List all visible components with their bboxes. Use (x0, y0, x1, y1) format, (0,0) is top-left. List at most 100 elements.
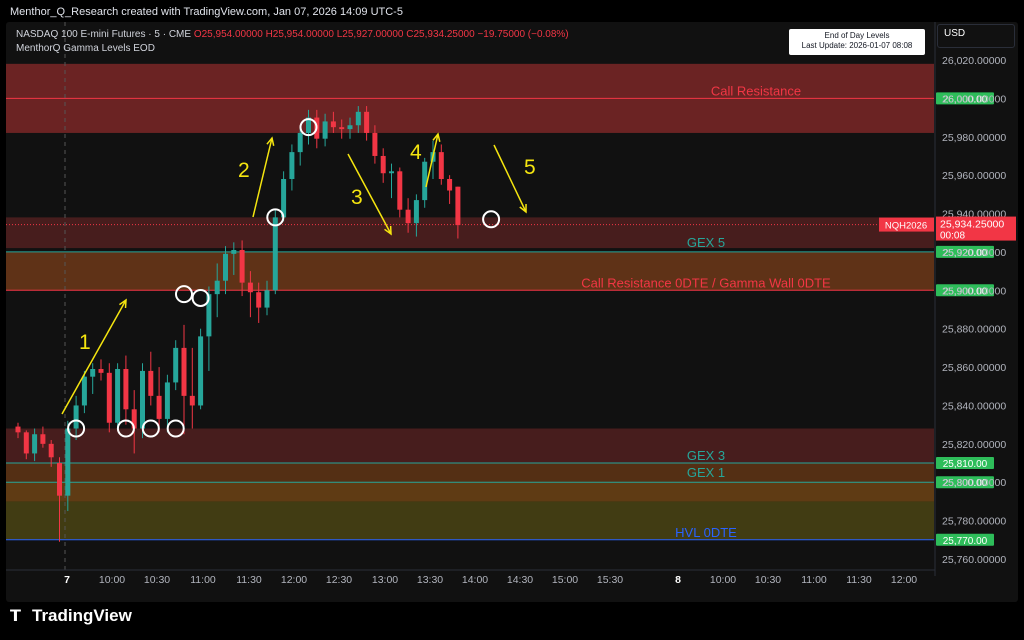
candle (181, 324, 187, 435)
candle-body (81, 376, 87, 406)
level-badge-text-5: 25,770.00 (943, 536, 988, 547)
candle-body (413, 200, 419, 224)
candle (115, 363, 121, 429)
time-tick-label: 14:00 (462, 574, 488, 586)
zones-layer (6, 63, 934, 540)
candle (289, 144, 295, 191)
time-tick-label: 13:30 (417, 574, 443, 586)
level-label-3: GEX 3 (687, 448, 725, 463)
candle-body (57, 463, 62, 496)
annotation-number-1: 1 (79, 331, 91, 354)
candle (397, 167, 403, 218)
price-tick-label: 25,920.00000 (942, 247, 1006, 259)
candle (447, 175, 453, 204)
tradingview-branding[interactable]: 𝗧 TradingView (10, 606, 132, 626)
candle (198, 328, 204, 410)
candle-body (397, 171, 403, 210)
candle-body (272, 217, 278, 291)
candle-body (123, 368, 129, 410)
ohlc-open: O25,954.00000 (193, 29, 263, 40)
annotation-number-3: 3 (351, 186, 363, 209)
info-box-update: Last Update: 2026-01-07 08:08 (801, 41, 913, 50)
indicator-legend[interactable]: MenthorQ Gamma Levels EOD (16, 43, 155, 54)
level-label-5: HVL 0DTE (675, 525, 737, 540)
level-label-1: GEX 5 (687, 235, 725, 250)
candle-body (40, 434, 46, 444)
time-tick-label: 8 (675, 574, 681, 586)
candle-body (198, 336, 204, 406)
time-tick-label: 12:00 (281, 574, 307, 586)
ohlc-change: −19.75000 (−0.08%) (477, 29, 569, 40)
candle (98, 359, 104, 381)
candle-body (73, 405, 79, 429)
annotation-number-2: 2 (238, 159, 250, 182)
candle-body (405, 209, 411, 224)
candle (106, 363, 112, 433)
candle-body (148, 370, 154, 396)
candle-body (264, 290, 270, 308)
candle (389, 163, 394, 199)
price-tick-label: 25,980.00000 (942, 132, 1006, 144)
candle-body (355, 111, 361, 126)
zone-1 (6, 217, 934, 249)
current-price-value: 25,934.25000 (940, 219, 1004, 231)
symbol-legend[interactable]: NASDAQ 100 E-mini Futures · 5 · CME O25,… (16, 29, 569, 40)
price-tick-label: 25,900.00000 (942, 285, 1006, 297)
candle-body (231, 250, 237, 254)
chart-header: Menthor_Q_Research created with TradingV… (10, 6, 403, 18)
candle-body (422, 161, 428, 201)
info-box-title: End of Day Levels (824, 31, 890, 40)
currency-label: USD (944, 28, 966, 39)
candle-body (90, 368, 96, 377)
candle-body (15, 426, 21, 433)
candle-body (48, 443, 54, 458)
candle (148, 351, 154, 406)
candle-body (389, 171, 394, 174)
candle-body (23, 432, 29, 454)
time-tick-label: 12:30 (326, 574, 352, 586)
time-tick-label: 11:30 (236, 574, 262, 586)
zone-4 (6, 463, 934, 483)
tradingview-logo-icon: 𝗧 (10, 608, 21, 625)
trend-arrow-4 (425, 133, 439, 188)
highlight-circle (191, 288, 210, 307)
trend-arrow-2 (252, 137, 273, 218)
eod-levels-info-box: End of Day Levels Last Update: 2026-01-0… (789, 29, 925, 55)
candle-body (106, 372, 112, 423)
price-tick-label: 25,760.00000 (942, 554, 1006, 566)
level-badge-text-3: 25,810.00 (943, 459, 988, 470)
candle-body (322, 121, 328, 139)
candle-body (214, 280, 220, 295)
level-label-0: Call Resistance (711, 83, 801, 98)
candle-body (115, 368, 121, 423)
candle-body (65, 428, 71, 496)
zone-olive (6, 501, 934, 540)
candle (380, 148, 386, 183)
candle-body (173, 347, 179, 383)
time-tick-label: 10:00 (710, 574, 736, 586)
candle-body (455, 186, 461, 226)
time-tick-label: 11:00 (190, 574, 216, 586)
candle-body (223, 253, 228, 281)
candle-body (156, 395, 162, 419)
chart-canvas[interactable]: Call Resistance GEX 5 Call Resistance 0DTE… (6, 22, 1018, 602)
time-tick-label: 15:30 (597, 574, 623, 586)
ticker-badge-text: NQH2026 (885, 221, 927, 232)
candle (438, 144, 444, 185)
candle-body (181, 347, 187, 396)
candle-body (347, 125, 353, 130)
level-label-4: GEX 1 (687, 465, 725, 480)
candle-body (330, 121, 336, 128)
candle-body (140, 370, 145, 429)
time-tick-label: 10:00 (99, 574, 125, 586)
candle-body (98, 368, 104, 373)
brand-name: TradingView (32, 606, 132, 625)
candle-body (247, 282, 253, 293)
time-tick-label: 7 (64, 574, 70, 586)
price-tick-label: 25,960.00000 (942, 170, 1006, 182)
annotation-number-5: 5 (524, 156, 536, 179)
candle (189, 347, 195, 429)
current-price-countdown: 00:08 (940, 231, 965, 242)
candle-body (372, 132, 378, 156)
candle-body (189, 395, 195, 406)
